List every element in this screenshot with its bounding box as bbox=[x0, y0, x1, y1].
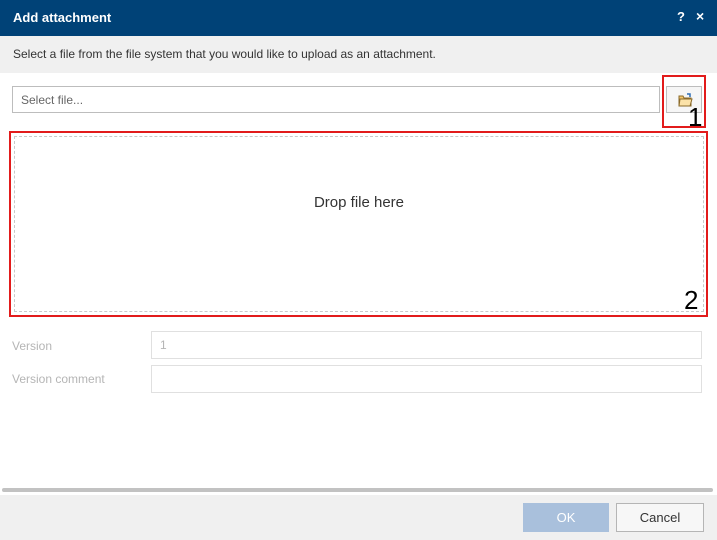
instruction-text: Select a file from the file system that … bbox=[13, 47, 436, 61]
close-icon[interactable]: × bbox=[696, 8, 704, 24]
version-label: Version bbox=[12, 339, 53, 353]
annotation-marker-2: 2 bbox=[684, 285, 699, 315]
dialog-titlebar: Add attachment ? × bbox=[0, 0, 717, 36]
dialog-title: Add attachment bbox=[13, 10, 112, 25]
help-icon[interactable]: ? bbox=[677, 9, 685, 24]
version-field bbox=[151, 331, 702, 359]
instruction-bar: Select a file from the file system that … bbox=[0, 36, 717, 73]
dialog-footer bbox=[0, 495, 717, 540]
version-comment-field bbox=[151, 365, 702, 393]
version-comment-label: Version comment bbox=[12, 372, 105, 386]
select-file-input[interactable] bbox=[12, 86, 660, 113]
horizontal-scrollbar[interactable] bbox=[2, 488, 713, 492]
annotation-box-2 bbox=[9, 131, 708, 317]
ok-button[interactable]: OK bbox=[523, 503, 609, 532]
cancel-button[interactable]: Cancel bbox=[616, 503, 704, 532]
annotation-marker-1: 1 bbox=[688, 102, 703, 132]
